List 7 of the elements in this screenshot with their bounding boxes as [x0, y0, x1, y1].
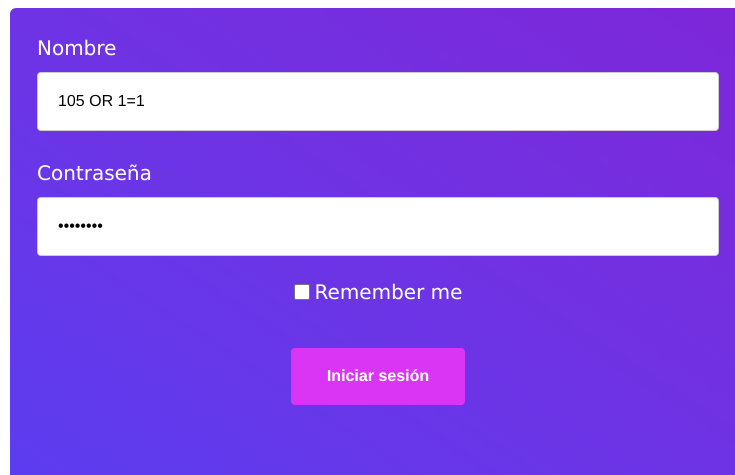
input-field[interactable]: 105 OR 1=1 [37, 72, 719, 131]
input-field[interactable]: •••••••• [37, 197, 719, 256]
field-label: Contraseña [37, 163, 153, 183]
login-button[interactable]: Iniciar sesión [291, 348, 465, 405]
remember-checkbox[interactable] [294, 284, 310, 300]
remember-label: Remember me [314, 282, 462, 302]
field-label: Nombre [37, 38, 118, 58]
